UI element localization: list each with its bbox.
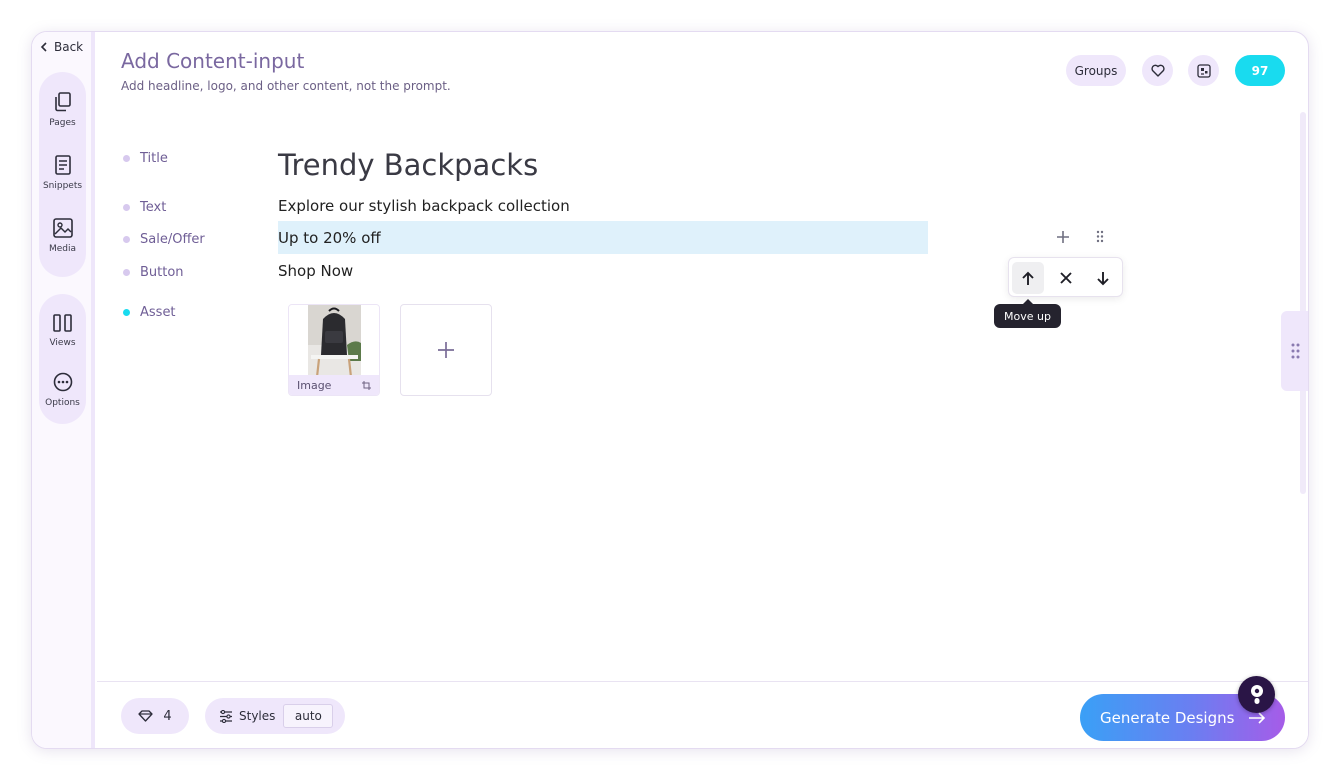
nav-item-label: Snippets	[42, 181, 83, 191]
field-label-title[interactable]: Title	[123, 151, 168, 166]
close-icon	[1060, 272, 1072, 284]
move-down-button[interactable]	[1087, 262, 1119, 294]
plus-icon	[438, 342, 454, 358]
vertical-scrollbar[interactable]	[1300, 112, 1306, 494]
add-row-button[interactable]	[1056, 225, 1070, 249]
groups-button[interactable]: Groups	[1066, 55, 1126, 86]
field-dot	[123, 155, 130, 162]
assistant-icon	[1250, 684, 1263, 704]
snippets-icon	[54, 155, 71, 175]
views-icon	[52, 314, 72, 332]
field-label-button[interactable]: Button	[123, 265, 184, 280]
drag-dots-icon	[1096, 230, 1104, 243]
add-asset-button[interactable]	[400, 304, 492, 396]
nav-item-label: Pages	[49, 118, 76, 128]
share-board-icon	[1196, 63, 1211, 78]
nav-item-options[interactable]: Options	[39, 372, 86, 408]
options-icon	[53, 372, 72, 392]
field-dot-active	[123, 309, 130, 316]
field-label-text: Button	[140, 265, 184, 280]
arrow-up-icon	[1022, 271, 1034, 285]
asset-caption-bar: Image	[289, 375, 379, 395]
drag-dots-icon	[1291, 343, 1300, 359]
text-input[interactable]: Explore our stylish backpack collection	[278, 197, 570, 215]
assistant-chat-button[interactable]	[1238, 676, 1275, 713]
field-label-text: Text	[140, 200, 167, 215]
field-dot	[123, 269, 130, 276]
gems-counter[interactable]: 4	[121, 698, 189, 734]
share-button[interactable]	[1188, 55, 1219, 86]
headline-input[interactable]: Trendy Backpacks	[278, 148, 538, 182]
chevron-left-icon	[40, 42, 47, 52]
nav-item-label: Views	[49, 338, 76, 348]
sliders-icon	[220, 709, 232, 723]
styles-value[interactable]: auto	[283, 704, 334, 728]
page-subtitle: Add headline, logo, and other content, n…	[121, 79, 451, 93]
pages-icon	[54, 92, 71, 112]
nav-item-label: Media	[48, 244, 77, 254]
nav-item-media[interactable]: Media	[39, 218, 86, 254]
bottom-bar: 4 Styles auto Generate Designs	[97, 681, 1308, 748]
credits-badge[interactable]: 97	[1235, 55, 1285, 86]
move-up-button[interactable]	[1012, 262, 1044, 294]
page-title: Add Content-input	[121, 49, 305, 73]
plus-icon	[1057, 231, 1069, 243]
styles-label: Styles	[239, 709, 276, 723]
nav-item-pages[interactable]: Pages	[39, 92, 86, 128]
move-up-tooltip: Move up	[994, 299, 1061, 328]
nav-item-snippets[interactable]: Snippets	[39, 155, 86, 191]
side-panel-handle[interactable]	[1281, 311, 1308, 391]
backpack-photo	[289, 305, 379, 377]
field-label-text: Title	[140, 151, 168, 166]
asset-image-card[interactable]: Image	[288, 304, 380, 396]
back-button[interactable]: Back	[40, 40, 83, 54]
field-dot	[123, 204, 130, 211]
field-label-asset[interactable]: Asset	[123, 305, 176, 320]
nav-item-views[interactable]: Views	[39, 314, 86, 348]
offer-input[interactable]: Up to 20% off	[278, 221, 928, 254]
media-icon	[52, 218, 73, 238]
delete-row-button[interactable]	[1050, 262, 1082, 294]
nav-item-label: Options	[45, 398, 80, 408]
field-label-text[interactable]: Text	[123, 200, 166, 215]
nav-group-display: Views Options	[39, 294, 86, 424]
diamond-icon	[138, 710, 154, 722]
app-window: Back Pages Snippets Media Views Options …	[31, 31, 1309, 749]
drag-handle[interactable]	[1096, 228, 1104, 247]
heart-icon	[1150, 64, 1165, 77]
field-label-text: Asset	[140, 305, 176, 320]
row-toolbar	[1008, 257, 1123, 297]
asset-label: Image	[297, 378, 332, 392]
arrow-down-icon	[1097, 271, 1109, 285]
crop-icon[interactable]	[362, 380, 371, 390]
offer-text: Up to 20% off	[278, 228, 381, 247]
back-label: Back	[54, 40, 84, 54]
favorite-button[interactable]	[1142, 55, 1173, 86]
button-text-input[interactable]: Shop Now	[278, 262, 353, 280]
gems-count: 4	[163, 708, 172, 724]
generate-label: Generate Designs	[1100, 708, 1235, 727]
field-label-sale-offer[interactable]: Sale/Offer	[123, 232, 205, 247]
left-sidebar: Back Pages Snippets Media Views Options	[32, 32, 95, 748]
styles-selector[interactable]: Styles auto	[205, 698, 345, 734]
nav-group-content: Pages Snippets Media	[39, 72, 86, 277]
arrow-right-icon	[1249, 711, 1266, 724]
field-label-text: Sale/Offer	[140, 232, 205, 247]
field-dot	[123, 236, 130, 243]
